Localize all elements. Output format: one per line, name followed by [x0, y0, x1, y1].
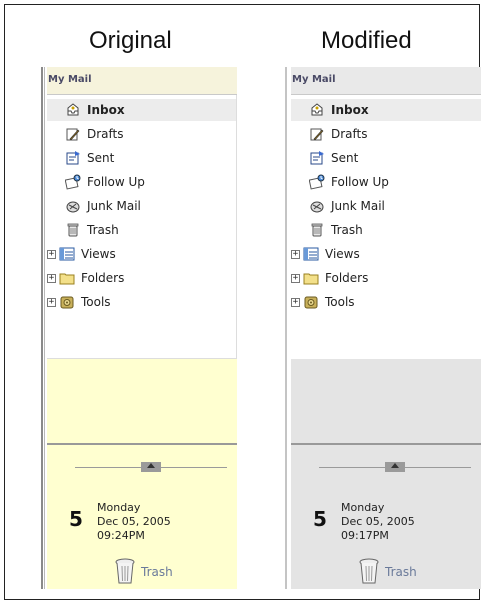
- tree-item-label: Inbox: [87, 103, 125, 117]
- day-number: 5: [313, 507, 327, 531]
- tree-item-junk-mail[interactable]: Junk Mail: [291, 195, 385, 217]
- tree-item-folders[interactable]: + Folders: [47, 267, 124, 289]
- tree-item-folders[interactable]: + Folders: [291, 267, 368, 289]
- tree-item-views[interactable]: + Views: [291, 243, 360, 265]
- expand-icon[interactable]: +: [47, 249, 56, 259]
- panel-edge: [285, 67, 287, 589]
- tree-item-label: Follow Up: [331, 175, 389, 189]
- tree-item-label: Junk Mail: [331, 199, 385, 213]
- tree-item-views[interactable]: + Views: [47, 243, 116, 265]
- time: 09:17PM: [341, 529, 389, 542]
- trash-icon: [65, 222, 81, 238]
- views-icon: [303, 246, 319, 262]
- tree-item-sent[interactable]: Sent: [47, 147, 114, 169]
- follow-up-icon: [64, 174, 81, 190]
- expand-icon[interactable]: +: [291, 249, 300, 259]
- tree-item-label: Drafts: [87, 127, 124, 141]
- tree-item-label: Trash: [331, 223, 363, 237]
- tree-item-label: Views: [81, 247, 116, 261]
- tree-item-inbox[interactable]: Inbox: [47, 99, 236, 121]
- panel-edge: [44, 67, 45, 589]
- mail-panel-original: My Mail Inbox Drafts Sent Follow Up Junk…: [41, 67, 237, 589]
- my-mail-header[interactable]: My Mail: [47, 67, 237, 95]
- trash-link[interactable]: Trash: [385, 565, 417, 579]
- expand-icon[interactable]: +: [47, 273, 56, 283]
- panel-edge: [41, 67, 43, 589]
- splitter-bar[interactable]: [75, 462, 227, 472]
- tree-item-inbox[interactable]: Inbox: [291, 99, 481, 121]
- collapse-arrow-icon[interactable]: [385, 462, 405, 472]
- time: 09:24PM: [97, 529, 145, 542]
- drafts-icon: [309, 126, 325, 142]
- collapse-arrow-icon[interactable]: [141, 462, 161, 472]
- drafts-icon: [65, 126, 81, 142]
- folder-icon: [303, 270, 319, 286]
- folder-icon: [59, 270, 75, 286]
- tree-item-label: Folders: [325, 271, 369, 285]
- calendar-widget: 5 Monday Dec 05, 2005 09:17PM Trash: [291, 443, 481, 589]
- tree-item-label: Trash: [87, 223, 119, 237]
- tree-item-label: Inbox: [331, 103, 369, 117]
- calendar-widget: 5 Monday Dec 05, 2005 09:24PM Trash: [47, 443, 237, 589]
- tree-item-junk-mail[interactable]: Junk Mail: [47, 195, 141, 217]
- tools-icon: [59, 294, 75, 310]
- tree-item-label: Sent: [87, 151, 115, 165]
- column-title-modified: Modified: [321, 27, 412, 54]
- tree-item-tools[interactable]: + Tools: [291, 291, 355, 313]
- tree-item-follow-up[interactable]: Follow Up: [291, 171, 389, 193]
- follow-up-icon: [308, 174, 325, 190]
- tree-item-label: Views: [325, 247, 360, 261]
- weekday: Monday: [341, 501, 385, 514]
- sent-icon: [65, 150, 81, 166]
- sent-icon: [309, 150, 325, 166]
- splitter-bar[interactable]: [319, 462, 471, 472]
- tree-item-label: Drafts: [331, 127, 368, 141]
- tree-item-trash[interactable]: Trash: [47, 219, 119, 241]
- tree-item-tools[interactable]: + Tools: [47, 291, 111, 313]
- full-date: Dec 05, 2005: [341, 515, 415, 528]
- tree-item-label: Junk Mail: [87, 199, 141, 213]
- weekday: Monday: [97, 501, 141, 514]
- tree-item-drafts[interactable]: Drafts: [291, 123, 368, 145]
- tree-item-label: Follow Up: [87, 175, 145, 189]
- comparison-figure: Original My Mail Inbox Drafts Sent Follo…: [4, 4, 481, 600]
- tree-item-sent[interactable]: Sent: [291, 147, 358, 169]
- my-mail-header[interactable]: My Mail: [291, 67, 481, 95]
- mail-panel-modified: My Mail Inbox Drafts Sent Follow Up Junk…: [285, 67, 481, 589]
- column-title-original: Original: [89, 27, 172, 54]
- trash-icon: [309, 222, 325, 238]
- tree-item-label: Folders: [81, 271, 125, 285]
- inbox-icon: [309, 102, 325, 118]
- tree-item-trash[interactable]: Trash: [291, 219, 363, 241]
- trash-link[interactable]: Trash: [141, 565, 173, 579]
- junk-mail-icon: [309, 198, 325, 214]
- tools-icon: [303, 294, 319, 310]
- day-number: 5: [69, 507, 83, 531]
- trash-can-icon[interactable]: [113, 557, 137, 585]
- full-date: Dec 05, 2005: [97, 515, 171, 528]
- folder-tree: Inbox Drafts Sent Follow Up Junk Mail Tr…: [291, 95, 481, 359]
- tree-item-follow-up[interactable]: Follow Up: [47, 171, 145, 193]
- trash-can-icon[interactable]: [357, 557, 381, 585]
- folder-tree: Inbox Drafts Sent Follow Up Junk Mail Tr…: [47, 95, 237, 359]
- tree-item-label: Tools: [325, 295, 355, 309]
- tree-item-label: Sent: [331, 151, 359, 165]
- tree-item-label: Tools: [81, 295, 111, 309]
- views-icon: [59, 246, 75, 262]
- junk-mail-icon: [65, 198, 81, 214]
- expand-icon[interactable]: +: [291, 297, 300, 307]
- expand-icon[interactable]: +: [47, 297, 56, 307]
- expand-icon[interactable]: +: [291, 273, 300, 283]
- tree-item-drafts[interactable]: Drafts: [47, 123, 124, 145]
- inbox-icon: [65, 102, 81, 118]
